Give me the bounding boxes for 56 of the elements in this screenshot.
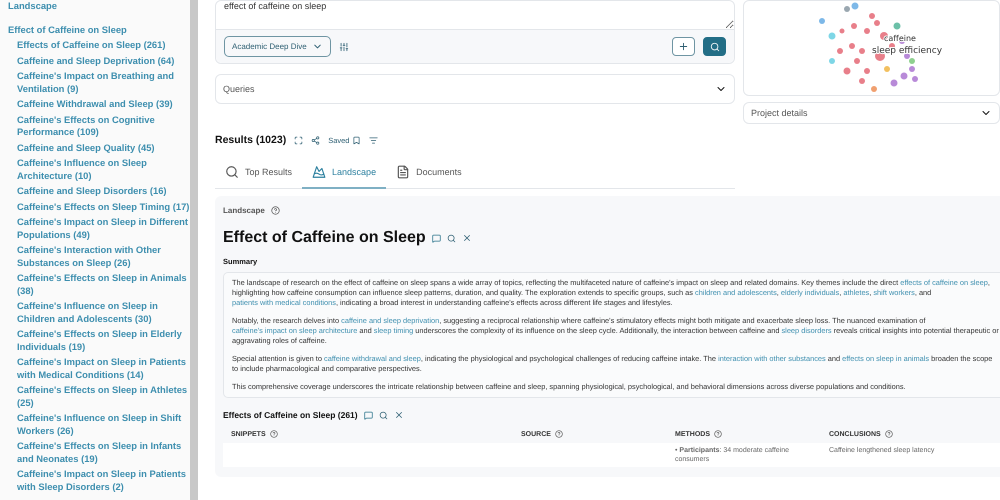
search-button[interactable]: [703, 37, 726, 56]
landscape-title: Effect of Caffeine on Sleep: [223, 229, 426, 247]
sidebar-item[interactable]: Caffeine's Impact on Breathing and Ventilation (9): [8, 70, 190, 95]
mountain-icon: [312, 165, 326, 179]
sidebar-item[interactable]: Caffeine and Sleep Disorders (16): [8, 185, 190, 198]
document-icon: [396, 165, 410, 179]
sidebar-item[interactable]: Caffeine's Influence on Sleep in Children and Adolescents (30): [8, 300, 190, 325]
search-icon[interactable]: [378, 410, 388, 420]
help-icon: [554, 430, 563, 438]
query-field[interactable]: effect of caffeine on sleep: [216, 1, 734, 30]
sidebar-item[interactable]: Caffeine's Influence on Sleep Architecture (10): [8, 157, 190, 182]
topic-title: Effects of Caffeine on Sleep (261): [223, 410, 358, 420]
sidebar-item[interactable]: Caffeine and Sleep Deprivation (64): [8, 54, 190, 67]
sidebar-item[interactable]: Caffeine's Impact on Sleep in Different Populations (49): [8, 216, 190, 241]
close-icon[interactable]: [394, 410, 404, 420]
sidebar-item[interactable]: Caffeine's Effects on Sleep in Animals (38): [8, 272, 190, 297]
graph-label: sleep efficiency: [872, 46, 942, 56]
tab[interactable]: Top Results: [215, 158, 302, 189]
sidebar-item[interactable]: Effect of Caffeine on Sleep: [8, 24, 190, 36]
share-icon[interactable]: [311, 136, 320, 144]
comment-icon[interactable]: [364, 410, 373, 420]
sidebar-item[interactable]: Caffeine's Impact on Sleep in Patients with Medical Conditions (14): [8, 356, 190, 381]
section-label: Landscape: [223, 206, 265, 215]
sidebar-item[interactable]: Caffeine and Sleep Quality (45): [8, 142, 190, 154]
bookmark-icon: [352, 136, 362, 144]
tab[interactable]: Landscape: [302, 158, 386, 189]
help-icon: [270, 430, 278, 438]
expand-icon[interactable]: [294, 136, 304, 144]
search-icon: [710, 42, 720, 52]
help-icon: [884, 430, 893, 438]
sliders-icon[interactable]: [338, 42, 349, 52]
help-icon: [714, 430, 722, 438]
search-icon: [225, 165, 239, 179]
sidebar-item[interactable]: Caffeine Withdrawal and Sleep (39): [8, 98, 190, 110]
sidebar-item[interactable]: Caffeine's Interaction with Other Substances on Sleep (26): [8, 244, 190, 269]
sidebar-item[interactable]: Caffeine's Effects on Cognitive Performance (109): [8, 114, 190, 138]
sidebar-item[interactable]: Caffeine's Effects on Sleep in Infants and Neonates (19): [8, 440, 190, 465]
comment-icon[interactable]: [432, 234, 441, 242]
add-button[interactable]: [672, 37, 695, 56]
search-icon[interactable]: [446, 234, 456, 242]
sidebar-item[interactable]: Caffeine's Effects on Sleep in Elderly Individuals (19): [8, 328, 190, 353]
sidebar-item[interactable]: Caffeine's Effects on Sleep in Athletes (25): [8, 384, 190, 409]
tab[interactable]: Documents: [386, 158, 472, 189]
project-details-accordion[interactable]: Project details: [743, 102, 1000, 124]
sidebar-item[interactable]: Landscape: [8, 0, 190, 12]
queries-accordion[interactable]: Queries: [215, 74, 735, 104]
mode-dropdown[interactable]: Academic Deep Dive: [224, 36, 331, 57]
filter-icon[interactable]: [369, 136, 378, 144]
plus-icon: [678, 41, 689, 52]
sidebar-item[interactable]: Caffeine's Effects on Sleep Timing (17): [8, 200, 190, 213]
close-icon[interactable]: [462, 233, 472, 243]
sidebar-item[interactable]: Caffeine's Impact on Sleep in Patients with Sleep Disorders (2): [8, 468, 190, 493]
sidebar-item[interactable]: Caffeine's Influence on Sleep in Shift Workers (26): [8, 412, 190, 437]
help-icon: [270, 206, 280, 215]
sidebar-item[interactable]: Effects of Caffeine on Sleep (261): [8, 39, 190, 52]
results-title: Results (1023): [215, 134, 286, 146]
